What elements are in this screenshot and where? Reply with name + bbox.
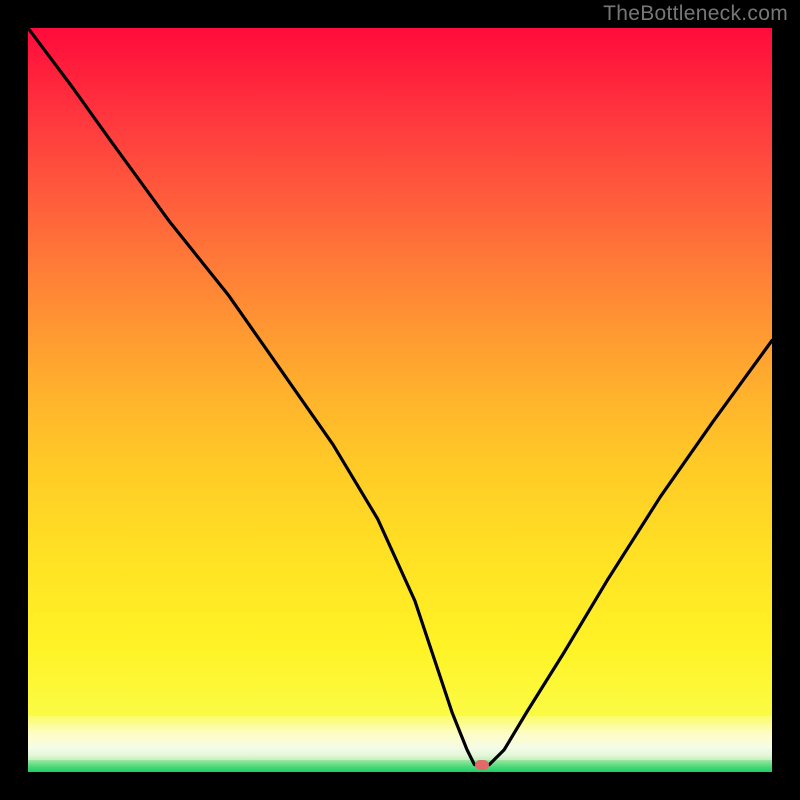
watermark-text: TheBottleneck.com bbox=[603, 2, 788, 26]
optimal-point-marker bbox=[475, 760, 489, 770]
bottleneck-curve bbox=[28, 28, 772, 772]
plot-area bbox=[28, 28, 772, 772]
chart-frame: TheBottleneck.com bbox=[0, 0, 800, 800]
